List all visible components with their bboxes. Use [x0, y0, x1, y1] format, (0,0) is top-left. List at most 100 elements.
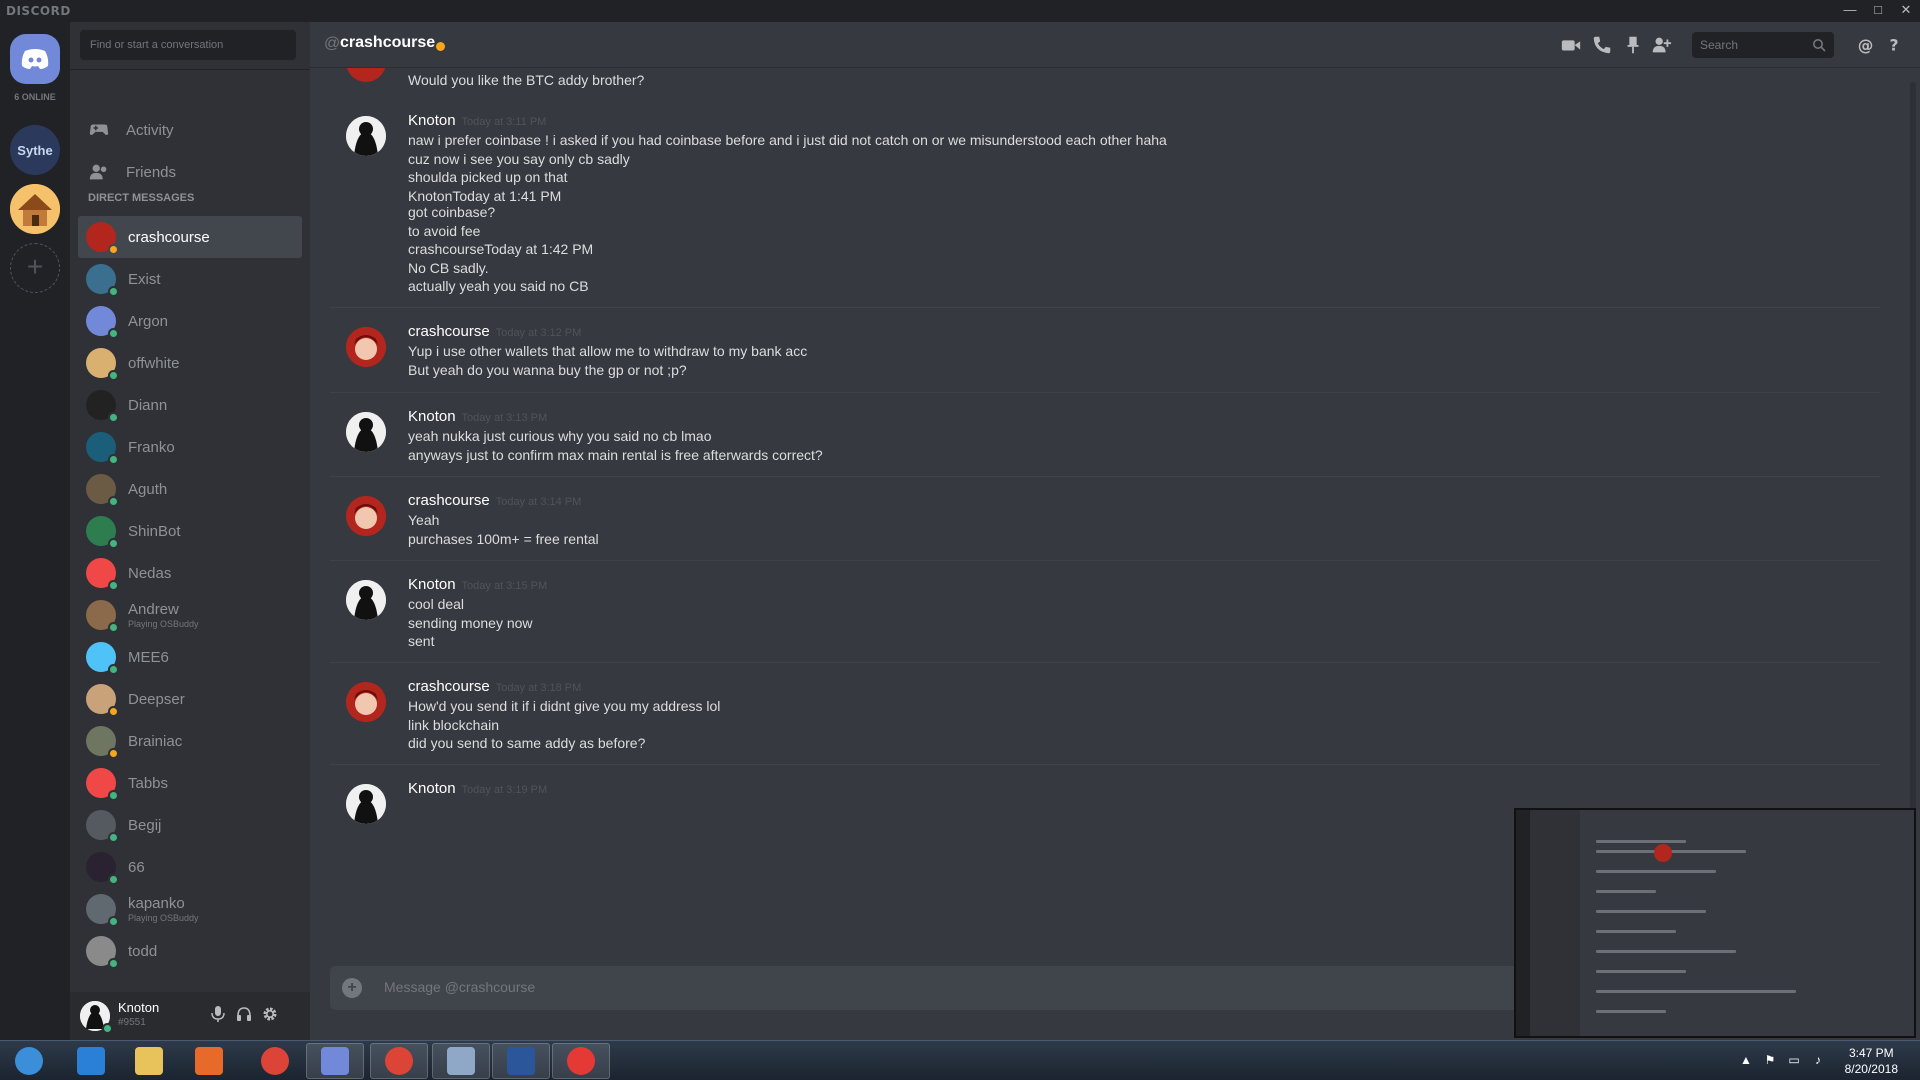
- dm-item-franko[interactable]: Franko: [78, 426, 302, 468]
- message-author[interactable]: crashcourse Today at 3:18 PM: [408, 678, 581, 695]
- dm-name: Tabbs: [128, 774, 169, 792]
- dm-name: Aguth: [128, 480, 168, 498]
- nav-friends[interactable]: Friends: [80, 152, 300, 192]
- author-name: Knoton: [408, 576, 456, 593]
- dm-item-andrew[interactable]: Andrew Playing OSBuddy: [78, 594, 302, 636]
- server-sythe[interactable]: Sythe: [10, 125, 60, 175]
- taskbar-media-player[interactable]: [180, 1043, 238, 1079]
- author-avatar[interactable]: [346, 68, 386, 82]
- message-author[interactable]: crashcourse Today at 3:12 PM: [408, 323, 581, 340]
- tray-flag-icon[interactable]: ⚑: [1762, 1053, 1778, 1069]
- author-avatar[interactable]: [346, 116, 386, 156]
- close-button[interactable]: ✕: [1892, 0, 1920, 22]
- help-icon[interactable]: ?: [1884, 34, 1906, 56]
- message-text: sent: [408, 633, 435, 649]
- dm-name: Exist: [128, 270, 161, 288]
- upload-plus-icon[interactable]: +: [342, 978, 362, 998]
- chrome-icon: [261, 1047, 289, 1075]
- dm-item-brainiac[interactable]: Brainiac: [78, 720, 302, 762]
- dm-item-tabbs[interactable]: Tabbs: [78, 762, 302, 804]
- message-timestamp: Today at 3:11 PM: [461, 116, 547, 128]
- author-avatar[interactable]: [346, 496, 386, 536]
- dm-avatar: [86, 222, 119, 255]
- author-avatar[interactable]: [346, 412, 386, 452]
- minimize-button[interactable]: —: [1836, 0, 1864, 22]
- taskbar-clock[interactable]: 3:47 PM 8/20/2018: [1845, 1045, 1898, 1077]
- settings-gear-icon[interactable]: [260, 1006, 280, 1026]
- search-input[interactable]: Search: [1692, 32, 1834, 58]
- svg-text:@: @: [1858, 37, 1874, 55]
- message-timestamp: Today at 3:12 PM: [495, 327, 582, 339]
- dm-item-nedas[interactable]: Nedas: [78, 552, 302, 594]
- add-friend-icon[interactable]: [1650, 34, 1672, 56]
- preview-line: [1596, 990, 1796, 993]
- message-author[interactable]: Knoton Today at 3:11 PM: [408, 112, 546, 129]
- dm-item-begij[interactable]: Begij: [78, 804, 302, 846]
- user-avatar[interactable]: [80, 1001, 113, 1034]
- author-avatar[interactable]: [346, 327, 386, 367]
- dm-name: Andrew: [128, 601, 179, 618]
- nav-activity-label: Activity: [126, 121, 174, 139]
- dm-activity: Playing OSBuddy: [128, 913, 199, 923]
- nav-friends-label: Friends: [126, 163, 177, 181]
- message-timestamp: Today at 3:18 PM: [495, 682, 582, 694]
- home-button[interactable]: [10, 34, 60, 84]
- internet-explorer-icon: [77, 1047, 105, 1075]
- dm-item-shinbot[interactable]: ShinBot: [78, 510, 302, 552]
- maximize-button[interactable]: □: [1864, 0, 1892, 22]
- taskbar-internet-explorer[interactable]: [62, 1043, 120, 1079]
- taskbar-chrome-2[interactable]: [370, 1043, 428, 1079]
- nav-activity[interactable]: Activity: [80, 110, 300, 150]
- message-divider: [330, 560, 1880, 561]
- dm-item-exist[interactable]: Exist: [78, 258, 302, 300]
- dm-item-deepser[interactable]: Deepser: [78, 678, 302, 720]
- mentions-icon[interactable]: @: [1855, 34, 1877, 56]
- headphones-icon[interactable]: [234, 1006, 254, 1026]
- taskbar-file-explorer[interactable]: [120, 1043, 178, 1079]
- dm-name: MEE6: [128, 648, 169, 666]
- taskbar-calculator[interactable]: [432, 1043, 490, 1079]
- dm-avatar: [86, 390, 119, 423]
- dm-item-offwhite[interactable]: offwhite: [78, 342, 302, 384]
- voice-call-icon[interactable]: [1591, 34, 1613, 56]
- tray-expand-icon[interactable]: ▲: [1738, 1053, 1754, 1069]
- find-conversation-input[interactable]: Find or start a conversation: [80, 30, 296, 60]
- pin-icon[interactable]: [1622, 34, 1644, 56]
- server-hut[interactable]: [10, 184, 60, 234]
- dm-name: Deepser: [128, 690, 185, 708]
- video-call-icon[interactable]: [1560, 34, 1582, 56]
- taskbar-word[interactable]: [492, 1043, 550, 1079]
- dm-item-66[interactable]: 66: [78, 846, 302, 888]
- tray-network-icon[interactable]: ▭: [1786, 1053, 1802, 1069]
- message-author[interactable]: crashcourse Today at 3:14 PM: [408, 492, 581, 509]
- taskbar-chrome[interactable]: [246, 1043, 304, 1079]
- os-taskbar: ▲ ⚑ ▭ ♪ 3:47 PM 8/20/2018: [0, 1040, 1920, 1080]
- dm-list: crashcourse Exist Argon offwhite Diann Franko…: [78, 216, 302, 991]
- status-dot: [108, 538, 119, 549]
- dm-item-kapanko[interactable]: kapanko Playing OSBuddy: [78, 888, 302, 930]
- dm-item-todd[interactable]: todd: [78, 930, 302, 972]
- screen-preview-thumbnail[interactable]: [1514, 808, 1916, 1038]
- message-text: Yeah: [408, 512, 440, 528]
- author-avatar[interactable]: [346, 580, 386, 620]
- author-name: Knoton: [408, 408, 456, 425]
- taskbar-recorder[interactable]: [552, 1043, 610, 1079]
- dm-item-argon[interactable]: Argon: [78, 300, 302, 342]
- tray-volume-icon[interactable]: ♪: [1810, 1053, 1826, 1069]
- dm-item-mee6[interactable]: MEE6: [78, 636, 302, 678]
- dm-item-diann[interactable]: Diann: [78, 384, 302, 426]
- add-server-button[interactable]: +: [10, 243, 60, 293]
- message-author[interactable]: Knoton Today at 3:13 PM: [408, 408, 547, 425]
- author-avatar[interactable]: [346, 682, 386, 722]
- scrollbar[interactable]: [1910, 82, 1916, 822]
- author-avatar[interactable]: [346, 784, 386, 824]
- dm-item-aguth[interactable]: Aguth: [78, 468, 302, 510]
- dm-avatar: [86, 600, 119, 633]
- taskbar-discord[interactable]: [306, 1043, 364, 1079]
- microphone-icon[interactable]: [208, 1006, 228, 1026]
- message-author[interactable]: Knoton Today at 3:15 PM: [408, 576, 547, 593]
- taskbar-start-button[interactable]: [0, 1043, 58, 1079]
- dm-item-crashcourse[interactable]: crashcourse: [78, 216, 302, 258]
- message-input[interactable]: Message @crashcourse: [384, 979, 535, 995]
- message-author[interactable]: Knoton Today at 3:19 PM: [408, 780, 547, 797]
